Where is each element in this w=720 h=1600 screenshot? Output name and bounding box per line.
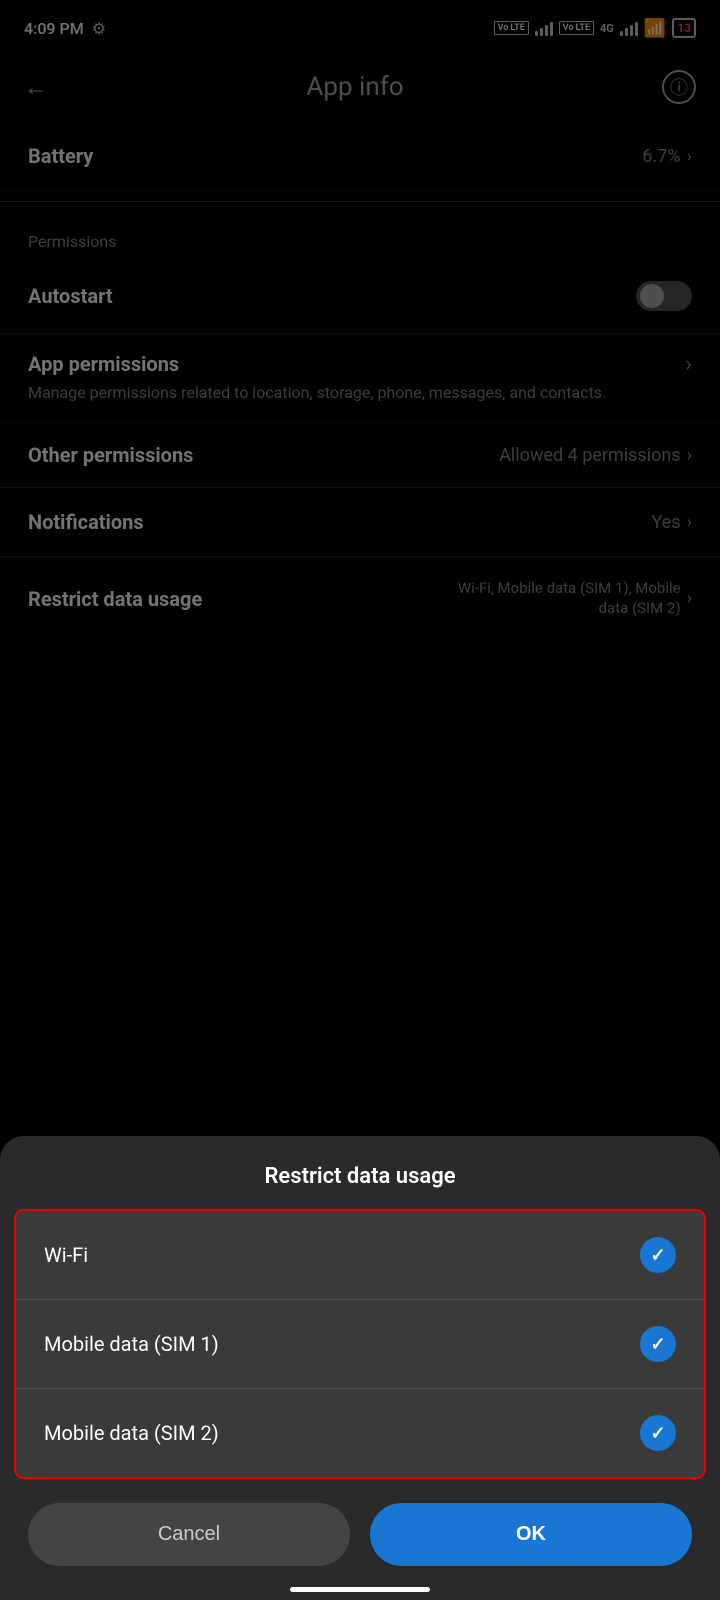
sheet-buttons: Cancel OK — [0, 1479, 720, 1580]
option-sim1[interactable]: Mobile data (SIM 1) ✓ — [16, 1300, 704, 1389]
option-wifi-check: ✓ — [640, 1237, 676, 1273]
ok-button[interactable]: OK — [370, 1503, 692, 1566]
checkmark-icon-2: ✓ — [650, 1334, 665, 1355]
option-wifi[interactable]: Wi-Fi ✓ — [16, 1211, 704, 1300]
option-sim1-label: Mobile data (SIM 1) — [44, 1332, 219, 1356]
cancel-button[interactable]: Cancel — [28, 1503, 350, 1566]
home-indicator — [290, 1587, 430, 1592]
option-wifi-label: Wi-Fi — [44, 1243, 88, 1267]
option-sim2-check: ✓ — [640, 1415, 676, 1451]
option-sim1-check: ✓ — [640, 1326, 676, 1362]
checkmark-icon-3: ✓ — [650, 1423, 665, 1444]
bottom-sheet: Restrict data usage Wi-Fi ✓ Mobile data … — [0, 1136, 720, 1600]
sheet-title: Restrict data usage — [0, 1136, 720, 1209]
options-selection-box: Wi-Fi ✓ Mobile data (SIM 1) ✓ Mobile dat… — [14, 1209, 706, 1479]
option-sim2-label: Mobile data (SIM 2) — [44, 1421, 219, 1445]
option-sim2[interactable]: Mobile data (SIM 2) ✓ — [16, 1389, 704, 1477]
checkmark-icon: ✓ — [650, 1245, 665, 1266]
